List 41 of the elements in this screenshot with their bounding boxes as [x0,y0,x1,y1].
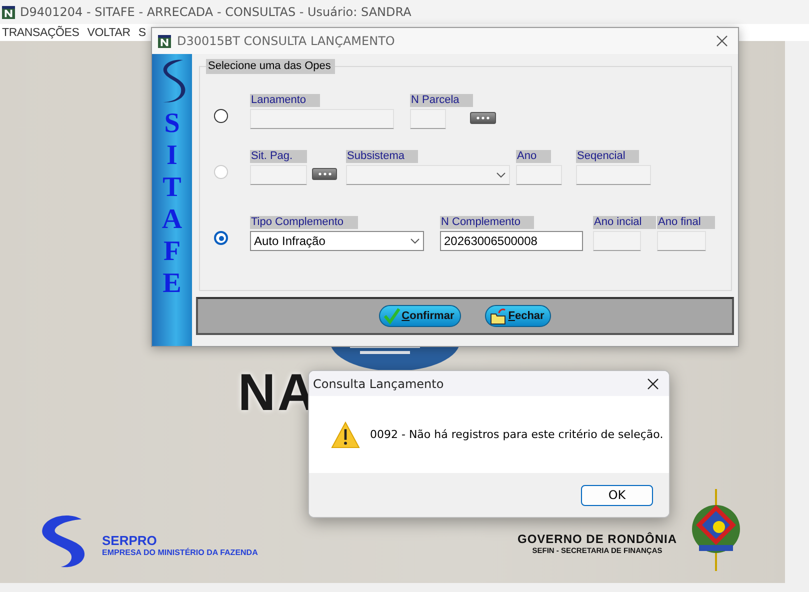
field-label: Seqencial [576,150,640,163]
field-label: N Parcela [410,94,474,107]
warning-icon [331,420,360,448]
company-name: SERPRO [102,533,158,548]
dropdown-field[interactable]: Auto Infração [250,231,424,251]
menu-item[interactable]: S [138,26,146,38]
field-label: Subsistema [346,150,418,163]
folder-icon [489,307,508,325]
chevron-down-icon [410,238,420,244]
app-icon [158,34,171,48]
company-subtitle: EMPRESA DO MINISTÉRIO DA FAZENDA [102,548,258,557]
field-label: Ano final [657,216,715,229]
input-field[interactable]: 20263006500008 [440,231,583,251]
field-label: Tipo Complemento [250,216,358,229]
chevron-down-icon [496,172,506,178]
action-button[interactable]: Confirmar [378,305,462,327]
radio-button[interactable] [214,231,228,245]
lookup-button[interactable] [470,112,496,124]
radio-button[interactable] [214,109,228,123]
field-label: Ano [516,150,551,163]
field-label: N Complemento [440,216,534,229]
field-label: Ano incial [593,216,656,229]
checkmark-icon [382,307,401,325]
ellipsis-icon [316,172,332,176]
brand-text: SITAFE [162,108,182,300]
action-button[interactable]: Fechar [485,305,552,327]
dialog-title: D30015BT CONSULTA LANÇAMENTO [177,34,396,48]
window-title: D9401204 - SITAFE - ARRECADA - CONSULTAS - Usuário: SANDRA [20,5,412,19]
ok-button[interactable]: OK [581,484,653,506]
close-icon[interactable] [647,378,659,390]
close-icon[interactable] [716,35,728,47]
field-label: Sit. Pag. [250,150,307,163]
group-label: Selecione uma das Opes [206,59,335,74]
ellipsis-icon [475,116,491,120]
menu-item[interactable]: TRANSAÇÕES [2,26,80,38]
dialog-title: Consulta Lançamento [313,376,445,390]
lookup-button[interactable] [312,168,337,180]
field-label: Lanamento [250,94,320,107]
menu-item[interactable]: VOLTAR [87,26,130,38]
government-name: GOVERNO DE RONDÔNIA [517,532,677,546]
message-text: 0092 - Não há registros para este critério de seleção. [370,428,664,441]
